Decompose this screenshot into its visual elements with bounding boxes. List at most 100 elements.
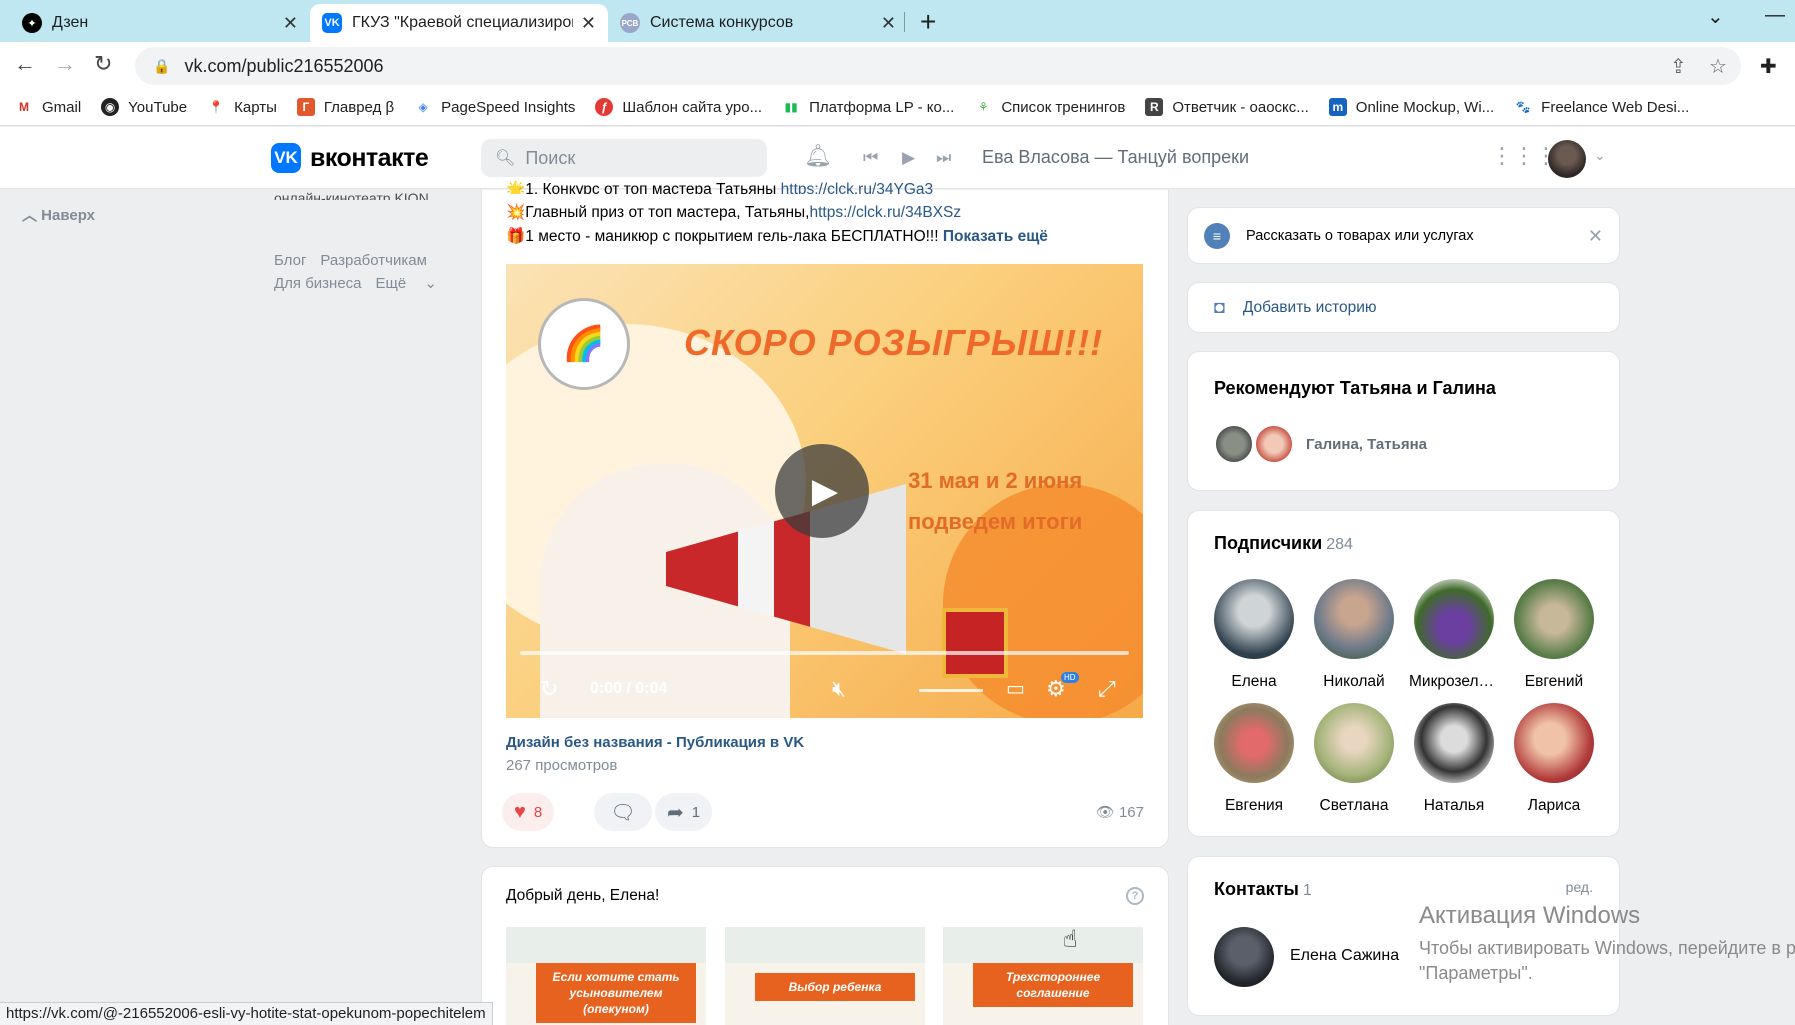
footer-link-business[interactable]: Для бизнеса bbox=[274, 275, 362, 292]
volume-slider[interactable] bbox=[919, 689, 983, 692]
bookmark-youtube[interactable]: ◉ YouTube bbox=[101, 98, 187, 116]
share-button[interactable]: ➦ 1 bbox=[655, 793, 713, 831]
glavred-icon: Г bbox=[296, 98, 315, 116]
tab-search-chevron-icon[interactable]: ⌄ bbox=[1707, 4, 1724, 29]
next-track-icon[interactable]: ⏭ bbox=[936, 148, 951, 168]
close-icon[interactable]: ✕ bbox=[881, 13, 896, 34]
replay-icon[interactable]: ↻ bbox=[540, 676, 558, 702]
close-icon[interactable]: ✕ bbox=[581, 13, 596, 34]
video-player[interactable]: 🌈 СКОРО РОЗЫГРЫШ!!! 31 мая и 2 июня подв… bbox=[506, 264, 1143, 718]
fullscreen-icon[interactable]: ⤢ bbox=[1098, 676, 1116, 702]
avatar bbox=[1514, 579, 1594, 659]
subscriber-item[interactable]: Светлана bbox=[1309, 703, 1399, 815]
tab-dzen[interactable]: ✦ Дзен ✕ bbox=[10, 4, 310, 42]
recommender-avatar[interactable] bbox=[1214, 424, 1254, 464]
tab-separator bbox=[904, 12, 905, 32]
tab-vk[interactable]: VK ГКУЗ "Краевой специализирова ✕ bbox=[310, 4, 608, 42]
play-icon[interactable]: ▶ bbox=[902, 148, 915, 168]
article-thumbnail[interactable]: Выбор ребенка bbox=[725, 927, 925, 1025]
subscriber-item[interactable]: Лариса bbox=[1509, 703, 1599, 815]
bookmark-gmail[interactable]: M Gmail bbox=[15, 98, 81, 116]
subscriber-item[interactable]: Николай bbox=[1309, 579, 1399, 691]
video-progress-bar[interactable] bbox=[520, 651, 1129, 655]
notifications-bell-icon[interactable]: 🔔︎ bbox=[804, 143, 832, 169]
bookmark-star-icon[interactable]: ☆ bbox=[1709, 54, 1727, 79]
bookmark-mockup[interactable]: m Online Mockup, Wi... bbox=[1328, 98, 1494, 116]
menu-item-cut[interactable]: онлайн-кинотеатр KION bbox=[274, 190, 429, 200]
footer-link-blog[interactable]: Блог bbox=[274, 252, 306, 269]
bookmark-freelance[interactable]: 🐾 Freelance Web Desi... bbox=[1514, 98, 1689, 116]
avatar bbox=[1414, 579, 1494, 659]
bookmark-glavred[interactable]: Г Главред β bbox=[296, 98, 394, 116]
vk-search-input[interactable]: 🔍︎ Поиск bbox=[481, 139, 767, 177]
contact-avatar[interactable] bbox=[1214, 927, 1274, 987]
subscriber-item[interactable]: Евгения bbox=[1209, 703, 1299, 815]
video-views: 267 просмотров bbox=[506, 757, 618, 774]
video-dates-line1: 31 мая и 2 июня bbox=[908, 468, 1083, 493]
apps-grid-icon[interactable]: ⋮⋮⋮ bbox=[1491, 143, 1557, 169]
bookmark-template[interactable]: ƒ Шаблон сайта уро... bbox=[595, 98, 762, 116]
video-title[interactable]: Дизайн без названия - Публикация в VK bbox=[506, 734, 804, 751]
recommender-names[interactable]: Галина, Татьяна bbox=[1306, 436, 1427, 453]
contacts-title[interactable]: Контакты 1 bbox=[1214, 879, 1312, 900]
add-story-card[interactable]: ◘ Добавить историю bbox=[1187, 282, 1620, 333]
article-thumbnail[interactable]: Трехстороннее соглашение bbox=[943, 927, 1143, 1025]
now-playing-track[interactable]: Ева Власова — Танцуй вопреки bbox=[982, 147, 1249, 168]
miniplayer-icon[interactable]: ▭ bbox=[1006, 676, 1025, 701]
minimize-icon[interactable]: — bbox=[1765, 4, 1785, 27]
bookmark-label: Платформа LP - ко... bbox=[809, 98, 955, 116]
play-button[interactable]: ▶ bbox=[775, 444, 869, 538]
bookmarks-bar: M Gmail ◉ YouTube 📍 Карты Г Главред β ◈ PageS… bbox=[0, 89, 1795, 126]
avatar bbox=[1414, 703, 1494, 783]
recommender-avatar[interactable] bbox=[1254, 424, 1294, 464]
chevron-down-icon[interactable]: ⌄ bbox=[1594, 147, 1606, 164]
subscriber-item[interactable]: Микрозеле... bbox=[1409, 579, 1499, 691]
post-line3-text: 🎁1 место - маникюр с покрытием гель-лака… bbox=[506, 228, 943, 245]
reload-icon[interactable]: ↻ bbox=[94, 51, 112, 77]
thumbnail-label: Выбор ребенка bbox=[755, 973, 915, 1001]
bookmark-answerer[interactable]: R Ответчик - oaocкс... bbox=[1145, 98, 1309, 116]
search-placeholder: Поиск bbox=[525, 147, 576, 168]
scroll-to-top-button[interactable]: ︿ Наверх bbox=[22, 204, 95, 225]
like-button[interactable]: ♥ 8 bbox=[502, 793, 555, 831]
bookmark-trainings[interactable]: ⚘ Список тренингов bbox=[974, 98, 1125, 116]
thumbnail-label: Если хотите стать усыновителем (опекуном… bbox=[536, 963, 696, 1023]
subscribers-title-text: Подписчики bbox=[1214, 533, 1323, 553]
back-arrow-icon[interactable]: ← bbox=[14, 51, 36, 77]
bookmark-maps[interactable]: 📍 Карты bbox=[207, 98, 277, 116]
subscriber-item[interactable]: Евгений bbox=[1509, 579, 1599, 691]
new-tab-plus-icon[interactable]: + bbox=[920, 6, 936, 38]
article-thumbnail[interactable]: Если хотите стать усыновителем (опекуном… bbox=[506, 927, 706, 1025]
extensions-puzzle-icon[interactable]: ✚ bbox=[1760, 54, 1777, 79]
edit-contacts-link[interactable]: ред. bbox=[1566, 879, 1593, 895]
muted-volume-icon[interactable]: 🔇︎ bbox=[832, 676, 846, 702]
post-link-1[interactable]: https://clck.ru/34YGa3 bbox=[781, 181, 934, 194]
show-more-link[interactable]: Показать ещё bbox=[943, 228, 1048, 245]
footer-link-developers[interactable]: Разработчикам bbox=[320, 252, 426, 269]
vk-favicon-icon: VK bbox=[322, 13, 342, 33]
comment-button[interactable]: 🗨︎ bbox=[594, 793, 652, 831]
vk-logo[interactable]: VK вконтакте bbox=[271, 143, 429, 173]
footer-link-more[interactable]: Ещё ⌄ bbox=[376, 275, 437, 292]
close-icon[interactable]: ✕ bbox=[1588, 226, 1603, 247]
subscriber-item[interactable]: Наталья bbox=[1409, 703, 1499, 815]
previous-track-icon[interactable]: ⏮ bbox=[863, 148, 878, 168]
forward-arrow-icon[interactable]: → bbox=[54, 51, 76, 77]
subscriber-name: Микрозеле... bbox=[1409, 673, 1499, 690]
tab-contests[interactable]: РСВ Система конкурсов ✕ bbox=[608, 4, 908, 42]
bookmark-label: Freelance Web Desi... bbox=[1541, 98, 1690, 116]
subscriber-name: Елена bbox=[1231, 673, 1277, 690]
bookmark-pagespeed[interactable]: ◈ PageSpeed Insights bbox=[414, 98, 575, 116]
bookmark-platform[interactable]: ▮▮ Платформа LP - ко... bbox=[782, 98, 954, 116]
profile-avatar[interactable] bbox=[1548, 140, 1586, 178]
post-text-line1: 🌟1. Конкурс от топ мастера Татьяны https… bbox=[506, 180, 933, 194]
post-link-2[interactable]: https://clck.ru/34BXSz bbox=[809, 204, 961, 221]
contact-name[interactable]: Елена Сажина bbox=[1290, 947, 1399, 965]
promo-card[interactable]: ≡ Рассказать о товарах или услугах ✕ bbox=[1187, 207, 1620, 264]
subscribers-title[interactable]: Подписчики 284 bbox=[1214, 533, 1353, 554]
subscriber-item[interactable]: Елена bbox=[1209, 579, 1299, 691]
close-icon[interactable]: ✕ bbox=[283, 13, 298, 34]
address-bar[interactable]: 🔒 vk.com/public216552006 bbox=[135, 47, 1741, 85]
help-question-icon[interactable]: ? bbox=[1126, 887, 1144, 905]
share-icon[interactable]: ⇪ bbox=[1670, 54, 1687, 79]
